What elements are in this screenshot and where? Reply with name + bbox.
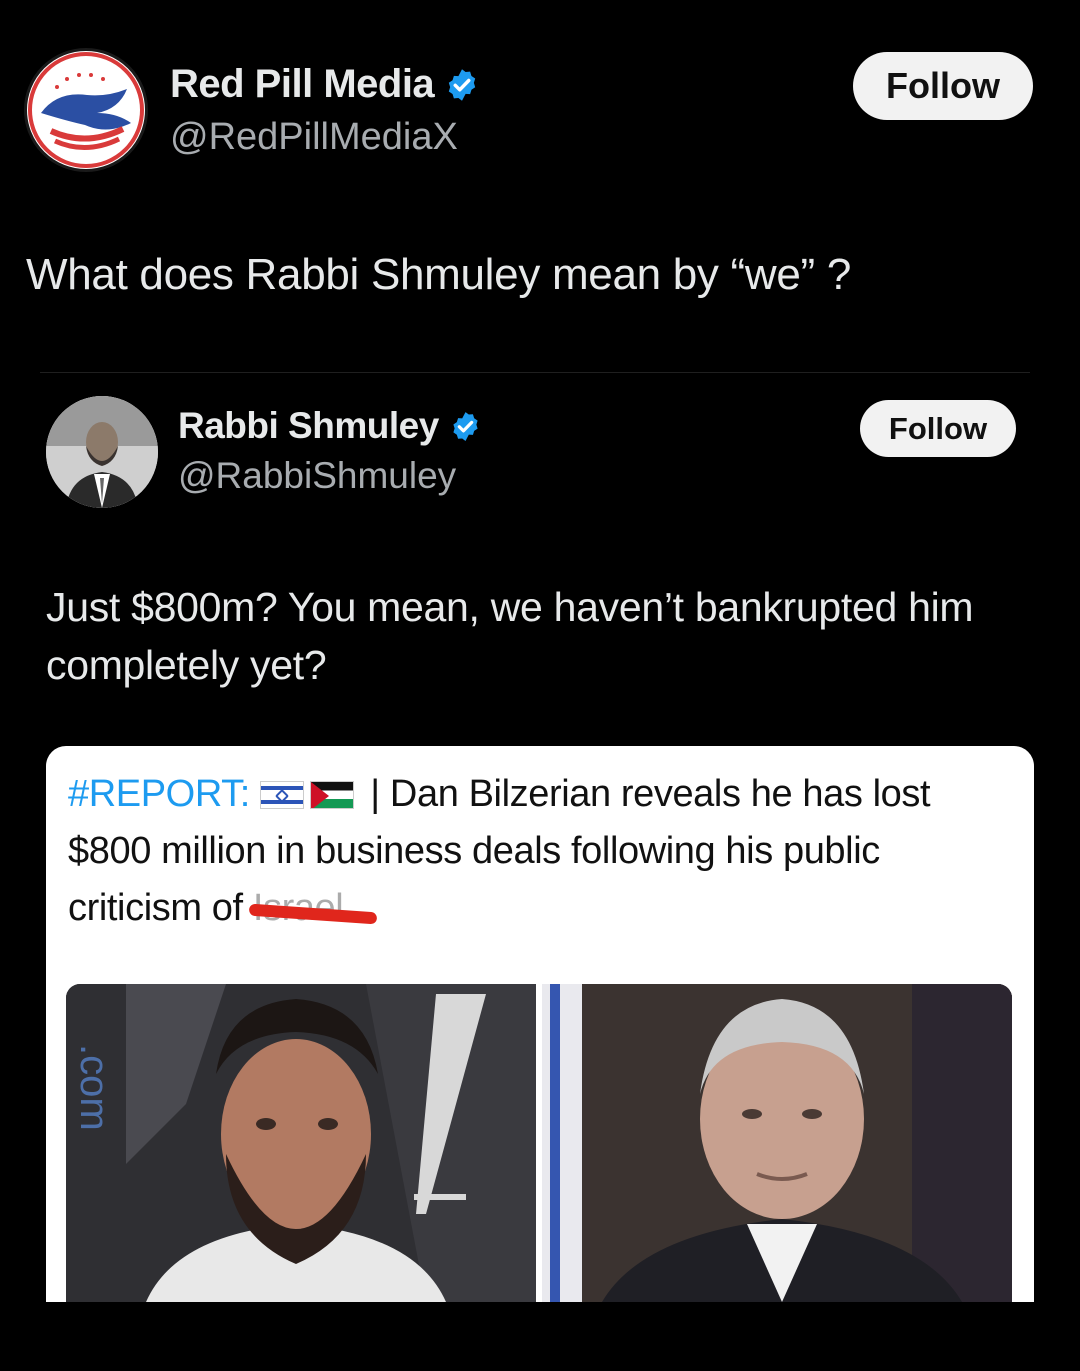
redacted-word: Israel [248, 880, 378, 937]
report-headline: #REPORT: | Dan Bilzerian reveals he has … [68, 766, 1018, 937]
quoted-author-name[interactable]: Rabbi Shmuley [178, 405, 439, 447]
main-author-name[interactable]: Red Pill Media [170, 62, 435, 107]
divider [40, 372, 1030, 373]
follow-button-main[interactable]: Follow [853, 52, 1033, 120]
photo-right[interactable] [542, 984, 1012, 1302]
red-pill-media-avatar[interactable] [24, 48, 148, 172]
report-hashtag[interactable]: #REPORT: [68, 773, 250, 815]
israel-flag-icon [260, 781, 305, 809]
photo-left[interactable]: .com [66, 984, 536, 1302]
follow-button-quoted[interactable]: Follow [860, 400, 1016, 457]
embedded-report-card[interactable]: #REPORT: | Dan Bilzerian reveals he has … [46, 746, 1034, 1302]
palestine-flag-icon [310, 781, 355, 809]
rabbi-shmuley-avatar[interactable] [46, 396, 158, 508]
bearded-man-photo-icon [66, 984, 536, 1302]
quoted-post-text: Just $800m? You mean, we haven’t bankrup… [46, 584, 974, 688]
eagle-flag-logo-icon [28, 52, 144, 168]
quoted-author-row: Rabbi Shmuley [178, 405, 482, 447]
verified-badge-icon [448, 68, 476, 101]
main-post-text: What does Rabbi Shmuley mean by “we” ? [26, 250, 851, 299]
portrait-photo-icon [46, 396, 158, 508]
main-author-handle[interactable]: @RedPillMediaX [170, 116, 458, 159]
verified-badge-icon [453, 411, 478, 441]
main-author-row: Red Pill Media [170, 62, 480, 107]
older-man-photo-icon [542, 984, 1012, 1302]
watermark-com-text: .com [72, 1044, 116, 1131]
quoted-author-handle[interactable]: @RabbiShmuley [178, 455, 456, 497]
